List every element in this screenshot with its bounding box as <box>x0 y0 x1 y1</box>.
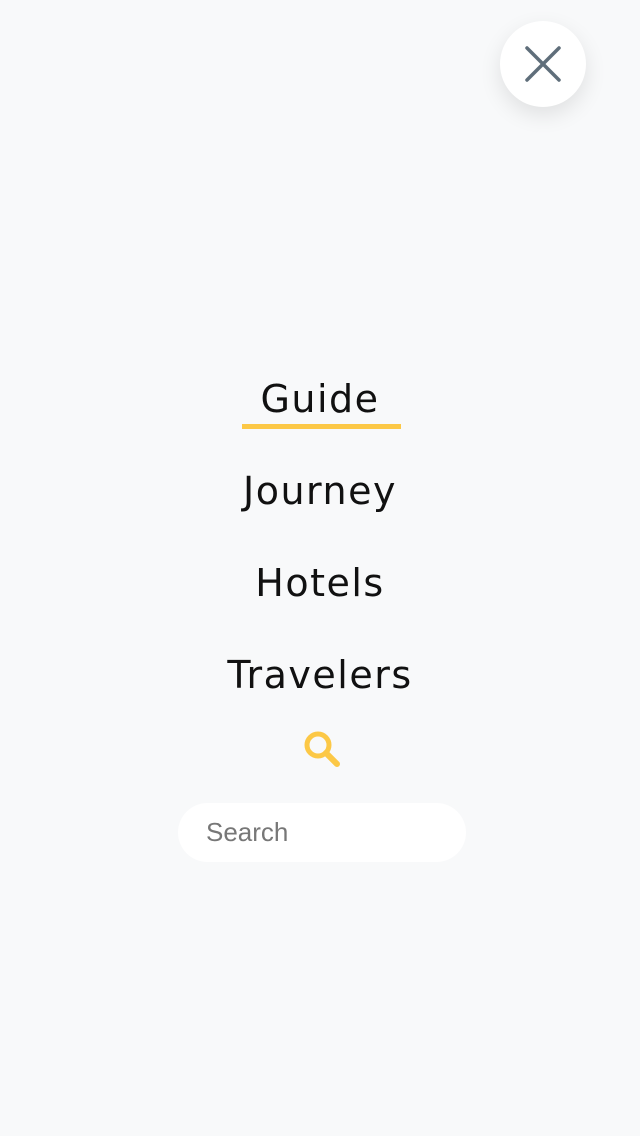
nav-item-hotels[interactable]: Hotels <box>0 555 640 647</box>
active-underline <box>242 424 401 429</box>
main-navigation-menu: Guide Journey Hotels Travelers <box>0 371 640 739</box>
search-icon[interactable] <box>302 729 342 769</box>
nav-item-guide[interactable]: Guide <box>0 371 640 463</box>
nav-item-label: Hotels <box>255 561 385 605</box>
nav-item-label: Travelers <box>227 653 413 697</box>
nav-item-journey[interactable]: Journey <box>0 463 640 555</box>
close-icon <box>525 46 561 82</box>
nav-item-label: Journey <box>243 469 397 513</box>
nav-item-travelers[interactable]: Travelers <box>0 647 640 739</box>
search-input[interactable] <box>178 803 466 862</box>
nav-item-label: Guide <box>260 377 380 421</box>
close-menu-button[interactable] <box>500 21 586 107</box>
